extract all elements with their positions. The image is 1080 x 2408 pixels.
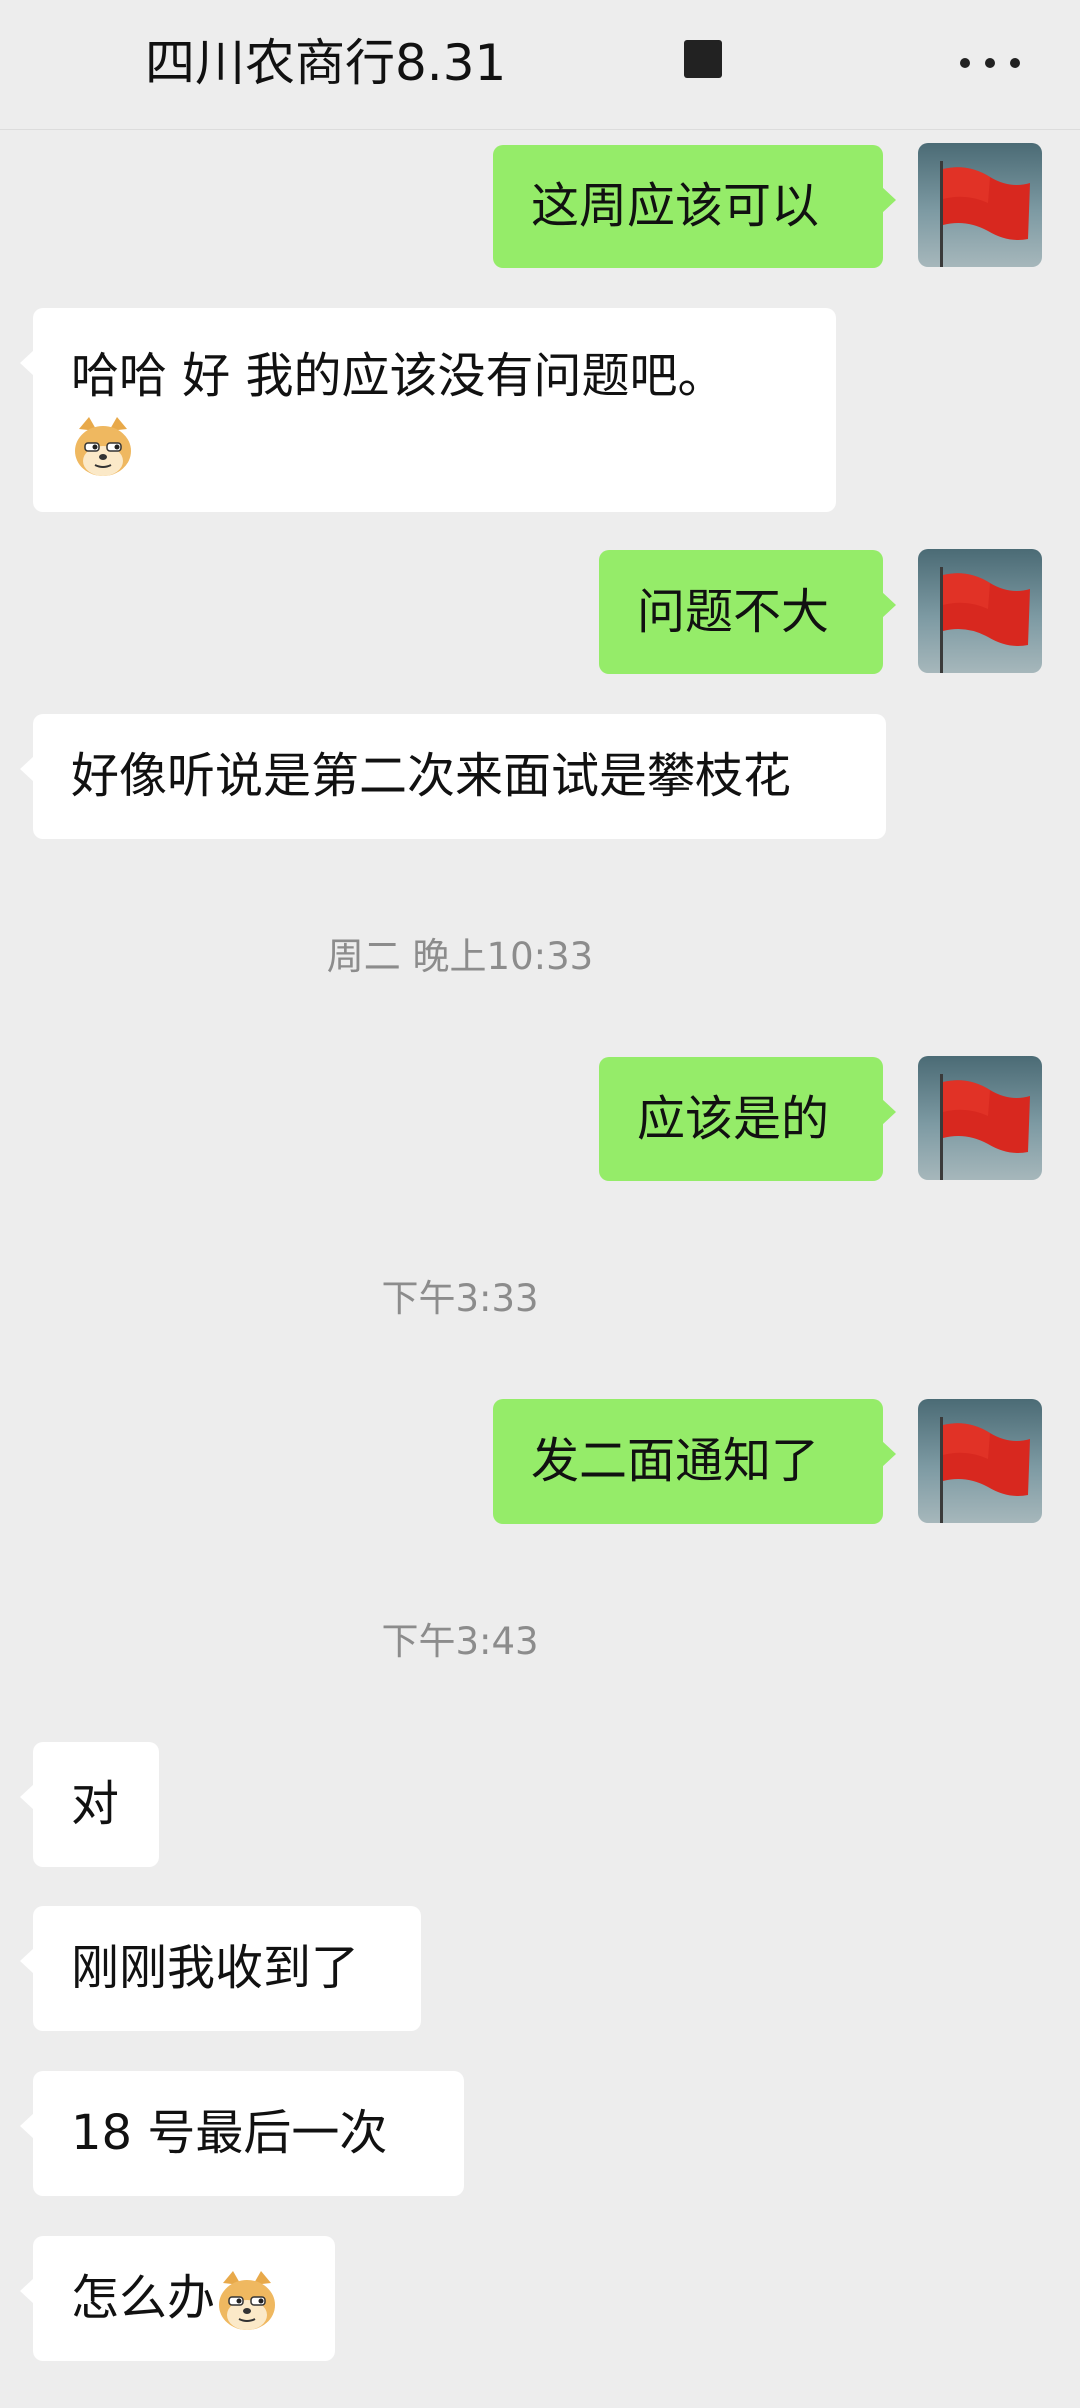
- message-bubble-incoming[interactable]: 怎么办: [20, 2236, 335, 2361]
- timestamp: 下午3:33: [381, 1277, 539, 1320]
- message-text: 这周应该可以: [531, 178, 820, 234]
- red-flag-avatar-icon[interactable]: [918, 549, 1042, 673]
- message-text: 问题不大: [637, 584, 830, 640]
- message-text: 刚刚我收到了: [71, 1940, 360, 1996]
- timestamp: 下午3:43: [381, 1620, 539, 1663]
- message-bubble-outgoing[interactable]: 发二面通知了: [493, 1399, 896, 1524]
- chat-header: 四川农商行8.31: [0, 0, 1080, 130]
- message-text: 哈哈 好 我的应该没有问题吧。: [71, 348, 726, 404]
- red-flag-avatar-icon[interactable]: [918, 143, 1042, 267]
- message-text: 18 号最后一次: [71, 2105, 388, 2161]
- message-text: 怎么办: [71, 2270, 216, 2326]
- square-icon: [684, 40, 722, 78]
- chat-title: 四川农商行8.31: [145, 34, 505, 92]
- message-text: 好像听说是第二次来面试是攀枝花: [71, 748, 792, 804]
- message-bubble-incoming[interactable]: 哈哈 好 我的应该没有问题吧。: [20, 308, 836, 512]
- message-bubble-outgoing[interactable]: 这周应该可以: [493, 145, 896, 268]
- message-bubble-incoming[interactable]: 对: [20, 1742, 159, 1867]
- message-text: 应该是的: [637, 1091, 830, 1147]
- message-bubble-outgoing[interactable]: 问题不大: [599, 550, 896, 674]
- message-bubble-outgoing[interactable]: 应该是的: [599, 1057, 896, 1181]
- doge-emoji: [215, 2269, 279, 2333]
- message-bubble-incoming[interactable]: 好像听说是第二次来面试是攀枝花: [20, 714, 886, 839]
- timestamp: 周二 晚上10:33: [326, 935, 594, 978]
- red-flag-avatar-icon[interactable]: [918, 1056, 1042, 1180]
- doge-emoji: [71, 415, 135, 479]
- message-text: 对: [71, 1776, 120, 1832]
- more-horizontal-icon[interactable]: [958, 40, 1022, 84]
- message-text: 发二面通知了: [531, 1433, 820, 1489]
- red-flag-avatar-icon[interactable]: [918, 1399, 1042, 1523]
- message-bubble-incoming[interactable]: 刚刚我收到了: [20, 1906, 421, 2031]
- message-bubble-incoming[interactable]: 18 号最后一次: [20, 2071, 464, 2196]
